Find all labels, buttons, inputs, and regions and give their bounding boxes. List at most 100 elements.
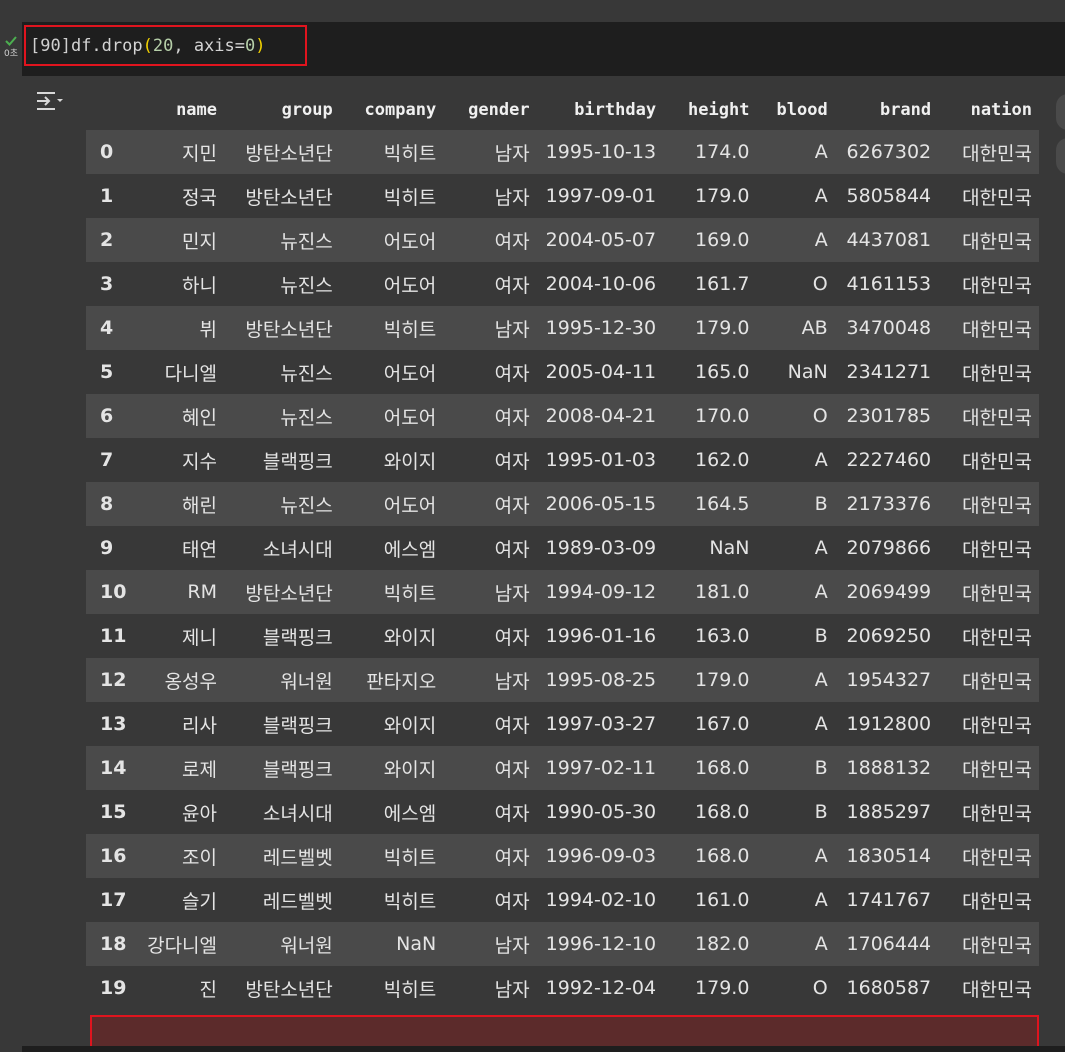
side-action-button[interactable] <box>1056 94 1065 130</box>
table-cell: 뉴진스 <box>224 218 340 262</box>
row-index: 14 <box>86 746 131 790</box>
table-cell: 에스엠 <box>340 526 443 570</box>
table-cell: 174.0 <box>663 130 756 174</box>
table-cell: 남자 <box>443 130 536 174</box>
table-row: 18강다니엘워너원NaN남자1996-12-10182.0A1706444대한민… <box>86 922 1039 966</box>
table-cell: 162.0 <box>663 438 756 482</box>
dataframe-table: name group company gender birthday heigh… <box>86 90 1039 1010</box>
table-cell: 대한민국 <box>938 790 1039 834</box>
table-cell: 여자 <box>443 482 536 526</box>
table-cell: 지수 <box>131 438 224 482</box>
table-cell: A <box>756 218 834 262</box>
row-index: 13 <box>86 702 131 746</box>
table-row: 1정국방탄소년단빅히트남자1997-09-01179.0A5805844대한민국 <box>86 174 1039 218</box>
table-cell: 진 <box>131 966 224 1010</box>
table-cell: 179.0 <box>663 306 756 350</box>
row-index: 4 <box>86 306 131 350</box>
row-index: 2 <box>86 218 131 262</box>
table-row: 4뷔방탄소년단빅히트남자1995-12-30179.0AB3470048대한민국 <box>86 306 1039 350</box>
table-cell: B <box>756 746 834 790</box>
table-cell: 1995-10-13 <box>537 130 664 174</box>
table-cell: 대한민국 <box>938 218 1039 262</box>
table-cell: 여자 <box>443 526 536 570</box>
table-cell: 하니 <box>131 262 224 306</box>
table-cell: 1912800 <box>835 702 938 746</box>
table-cell: 어도어 <box>340 350 443 394</box>
row-index: 11 <box>86 614 131 658</box>
table-row: 16조이레드벨벳빅히트여자1996-09-03168.0A1830514대한민국 <box>86 834 1039 878</box>
code-editor[interactable]: [90] df.drop(20, axis=0) <box>24 25 307 66</box>
table-cell: 4161153 <box>835 262 938 306</box>
table-cell: 1997-03-27 <box>537 702 664 746</box>
row-index: 7 <box>86 438 131 482</box>
table-cell: 1995-01-03 <box>537 438 664 482</box>
column-header: name <box>131 90 224 130</box>
table-cell: A <box>756 878 834 922</box>
table-cell: 어도어 <box>340 394 443 438</box>
row-index: 0 <box>86 130 131 174</box>
table-cell: 1995-08-25 <box>537 658 664 702</box>
table-cell: A <box>756 702 834 746</box>
code-arg-number: 20 <box>153 36 173 56</box>
table-cell: 어도어 <box>340 262 443 306</box>
table-cell: 4437081 <box>835 218 938 262</box>
table-cell: 해린 <box>131 482 224 526</box>
table-cell: 와이지 <box>340 702 443 746</box>
row-index: 19 <box>86 966 131 1010</box>
table-cell: 방탄소년단 <box>224 966 340 1010</box>
row-index: 6 <box>86 394 131 438</box>
table-cell: 179.0 <box>663 966 756 1010</box>
table-cell: 와이지 <box>340 614 443 658</box>
table-cell: 6267302 <box>835 130 938 174</box>
table-cell: NaN <box>756 350 834 394</box>
table-cell: A <box>756 526 834 570</box>
table-cell: 뉴진스 <box>224 350 340 394</box>
table-cell: 에스엠 <box>340 790 443 834</box>
column-header: group <box>224 90 340 130</box>
top-strip <box>0 0 1065 22</box>
table-cell: 빅히트 <box>340 834 443 878</box>
table-cell: 민지 <box>131 218 224 262</box>
table-cell: 뉴진스 <box>224 394 340 438</box>
table-cell: 레드벨벳 <box>224 878 340 922</box>
table-cell: 남자 <box>443 570 536 614</box>
table-cell: 남자 <box>443 966 536 1010</box>
output-toggle-button[interactable] <box>34 88 66 114</box>
table-cell: 1706444 <box>835 922 938 966</box>
table-cell: 1994-02-10 <box>537 878 664 922</box>
table-cell: 2173376 <box>835 482 938 526</box>
table-cell: 남자 <box>443 174 536 218</box>
code-open-paren: ( <box>143 36 153 56</box>
table-cell: 2341271 <box>835 350 938 394</box>
table-cell: 빅히트 <box>340 174 443 218</box>
table-cell: 168.0 <box>663 834 756 878</box>
table-cell: 여자 <box>443 834 536 878</box>
table-cell: 2227460 <box>835 438 938 482</box>
side-action-button[interactable] <box>1056 138 1065 174</box>
table-cell: 165.0 <box>663 350 756 394</box>
table-cell: 1830514 <box>835 834 938 878</box>
table-cell: 2069499 <box>835 570 938 614</box>
table-cell: 리사 <box>131 702 224 746</box>
table-row: 7지수블랙핑크와이지여자1995-01-03162.0A2227460대한민국 <box>86 438 1039 482</box>
table-cell: 대한민국 <box>938 130 1039 174</box>
table-row: 19진방탄소년단빅히트남자1992-12-04179.0O1680587대한민국 <box>86 966 1039 1010</box>
table-cell: 1996-12-10 <box>537 922 664 966</box>
table-cell: 방탄소년단 <box>224 130 340 174</box>
output-area: name group company gender birthday heigh… <box>0 76 1065 1052</box>
table-row: 12옹성우워너원판타지오남자1995-08-25179.0A1954327대한민… <box>86 658 1039 702</box>
table-cell: 여자 <box>443 790 536 834</box>
table-cell: 대한민국 <box>938 570 1039 614</box>
table-cell: 어도어 <box>340 482 443 526</box>
code-cell[interactable]: [90] df.drop(20, axis=0) <box>22 22 1065 76</box>
table-cell: 여자 <box>443 394 536 438</box>
table-cell: A <box>756 174 834 218</box>
table-cell: 163.0 <box>663 614 756 658</box>
execution-count: [90] <box>30 36 71 56</box>
table-cell: 여자 <box>443 262 536 306</box>
code-function: df.drop <box>71 36 143 56</box>
table-row: 0지민방탄소년단빅히트남자1995-10-13174.0A6267302대한민국 <box>86 130 1039 174</box>
table-row: 3하니뉴진스어도어여자2004-10-06161.7O4161153대한민국 <box>86 262 1039 306</box>
table-cell: 2004-05-07 <box>537 218 664 262</box>
table-cell: 워너원 <box>224 922 340 966</box>
